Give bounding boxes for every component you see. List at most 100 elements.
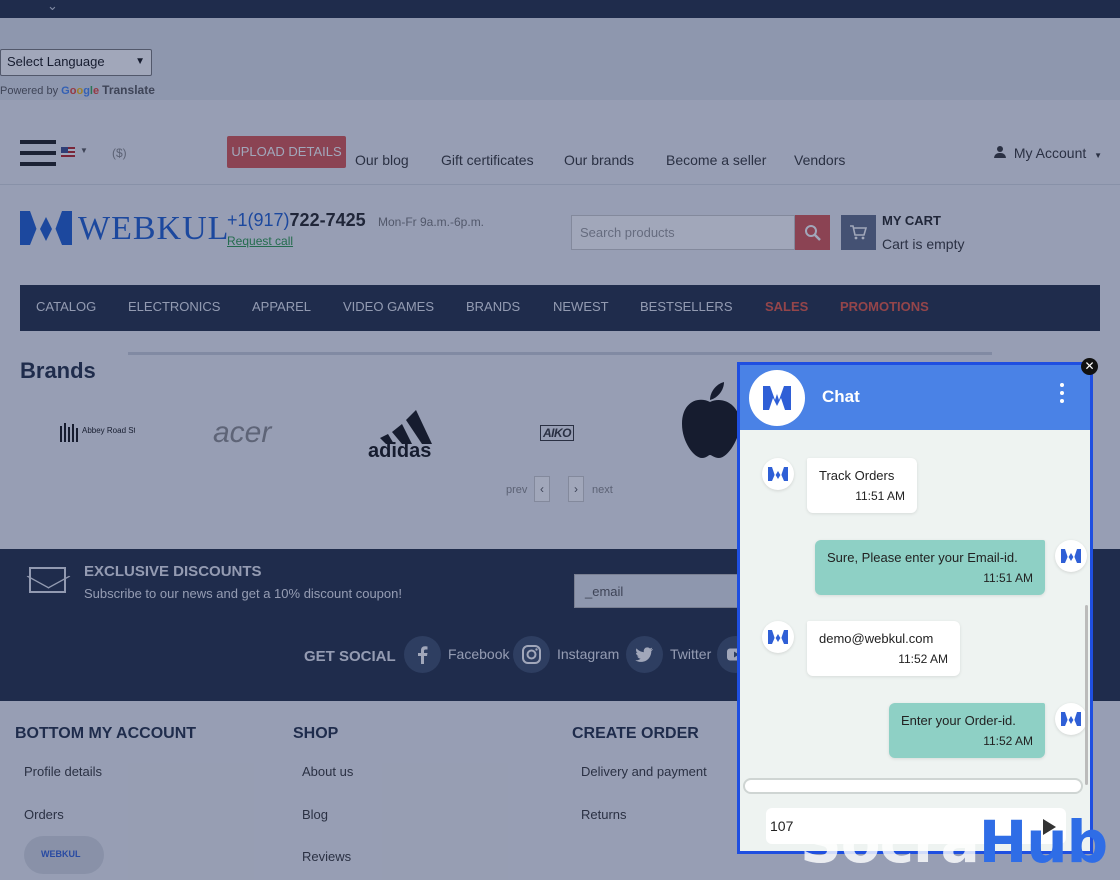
next-button[interactable]: › <box>568 476 584 502</box>
facebook-icon <box>418 646 428 664</box>
category-sales[interactable]: SALES <box>765 299 808 314</box>
language-select[interactable]: Select Language ▼ <box>0 49 152 76</box>
close-icon[interactable]: ✕ <box>1081 358 1098 375</box>
instagram-button[interactable] <box>513 636 550 673</box>
phone-digits: 722-7425 <box>289 210 366 230</box>
nav-link-become-seller[interactable]: Become a seller <box>666 152 766 168</box>
category-nav: CATALOG ELECTRONICS APPAREL VIDEO GAMES … <box>20 285 1100 331</box>
chevron-right-icon: › <box>574 482 578 496</box>
footer-link-blog[interactable]: Blog <box>302 807 328 822</box>
currency-selector[interactable]: ($) <box>112 146 127 160</box>
chat-message-time: 11:51 AM <box>983 571 1033 585</box>
category-newest[interactable]: NEWEST <box>553 299 609 314</box>
chat-message-time: 11:52 AM <box>983 734 1033 748</box>
my-account-menu[interactable]: My Account ▼ <box>994 145 1102 161</box>
get-social-title: GET SOCIAL <box>304 648 396 665</box>
footer-link-profile[interactable]: Profile details <box>24 764 102 779</box>
category-brands[interactable]: BRANDS <box>466 299 520 314</box>
category-bestsellers[interactable]: BESTSELLERS <box>640 299 733 314</box>
footer-link-about[interactable]: About us <box>302 764 353 779</box>
top-strip: ⌄ <box>0 0 1120 18</box>
prev-button[interactable]: ‹ <box>534 476 550 502</box>
twitter-label[interactable]: Twitter <box>670 646 711 662</box>
brand-apple[interactable] <box>680 382 740 458</box>
category-catalog[interactable]: CATALOG <box>36 299 96 314</box>
brands-divider <box>128 352 992 355</box>
brand-acer[interactable]: acer <box>213 408 271 458</box>
apple-logo <box>682 382 740 458</box>
adidas-logo: adidas <box>368 410 432 458</box>
brands-title: Brands <box>20 358 96 383</box>
nav-link-vendors[interactable]: Vendors <box>794 152 845 168</box>
nav-link-gift-certificates[interactable]: Gift certificates <box>441 152 534 168</box>
facebook-label[interactable]: Facebook <box>448 646 509 662</box>
footer-link-reviews[interactable]: Reviews <box>302 849 351 864</box>
category-promotions[interactable]: PROMOTIONS <box>840 299 929 314</box>
instagram-icon <box>522 645 541 664</box>
footer-order-title: CREATE ORDER <box>572 725 699 742</box>
search-input[interactable]: Search products <box>571 215 795 250</box>
footer-account-title: BOTTOM MY ACCOUNT <box>15 725 197 742</box>
nav-link-our-brands[interactable]: Our brands <box>564 152 634 168</box>
chat-message-text: Track Orders <box>819 468 895 483</box>
instagram-label[interactable]: Instagram <box>557 646 619 662</box>
acer-logo: acer <box>213 416 272 449</box>
chat-message-text: Sure, Please enter your Email-id. <box>827 550 1018 565</box>
powered-by-text: Powered by <box>0 85 59 97</box>
webkul-logo-icon <box>1061 549 1081 563</box>
facebook-button[interactable] <box>404 636 441 673</box>
email-field[interactable]: _email <box>574 574 744 608</box>
category-apparel[interactable]: APPAREL <box>252 299 311 314</box>
chevron-down-icon: ▼ <box>1094 151 1103 160</box>
webkul-logo-text[interactable]: WEBKUL <box>78 210 229 248</box>
header: ▼ ($) UPLOAD DETAILS Our blog Gift certi… <box>0 100 1120 185</box>
chevron-down-icon[interactable]: ⌄ <box>47 0 58 14</box>
chat-message-time: 11:52 AM <box>898 652 948 666</box>
user-icon <box>994 146 1006 158</box>
cart-button[interactable] <box>841 215 876 250</box>
search-button[interactable] <box>795 215 830 250</box>
upload-details-button[interactable]: UPLOAD DETAILS <box>227 136 346 168</box>
chat-window: Chat Track Orders 11:51 AM Sure, Please … <box>737 362 1093 854</box>
language-select-label: Select Language <box>7 54 105 69</box>
chat-launcher-button[interactable]: WEBKUL <box>24 836 104 874</box>
user-avatar <box>1055 703 1087 735</box>
pager-prev-label: prev <box>506 484 528 496</box>
brand-abbey-road[interactable]: Abbey Road Studios <box>60 408 135 458</box>
footer-link-orders[interactable]: Orders <box>24 807 64 822</box>
twitter-icon <box>635 647 653 662</box>
webkul-logo-icon <box>763 386 791 410</box>
phone-prefix: +1(917) <box>227 210 290 230</box>
brand-adidas[interactable]: adidas <box>368 408 444 458</box>
abbey-road-logo-text: Abbey Road Studios <box>82 426 135 435</box>
chat-quick-replies[interactable] <box>743 778 1083 794</box>
category-video-games[interactable]: VIDEO GAMES <box>343 299 434 314</box>
bot-avatar <box>762 621 794 653</box>
search-icon <box>805 225 821 241</box>
menu-icon[interactable] <box>20 140 56 170</box>
nav-link-our-blog[interactable]: Our blog <box>355 152 409 168</box>
request-call-link[interactable]: Request call <box>227 234 293 248</box>
watermark-part-2: Hub <box>978 808 1108 876</box>
cart-title[interactable]: MY CART <box>882 213 941 228</box>
chat-scrollbar[interactable] <box>1085 605 1088 785</box>
translate-bar: Select Language ▼ Powered by Google Tran… <box>0 18 1120 100</box>
cart-icon <box>850 225 867 240</box>
brand-aiko[interactable]: AIKO <box>540 408 574 458</box>
aiko-logo: AIKO <box>540 425 574 441</box>
footer-link-returns[interactable]: Returns <box>581 807 627 822</box>
us-flag-icon[interactable] <box>61 147 75 157</box>
translate-text[interactable]: Translate <box>102 83 155 97</box>
chat-message-text: demo@webkul.com <box>819 631 934 646</box>
chevron-down-icon[interactable]: ▼ <box>80 146 88 155</box>
chat-message: Enter your Order-id. 11:52 AM <box>889 703 1045 758</box>
more-vertical-icon[interactable] <box>1060 383 1066 407</box>
category-electronics[interactable]: ELECTRONICS <box>128 299 220 314</box>
twitter-button[interactable] <box>626 636 663 673</box>
subscribe-text: Subscribe to our news and get a 10% disc… <box>84 586 402 601</box>
footer-link-delivery[interactable]: Delivery and payment <box>581 764 707 779</box>
webkul-logo-icon <box>768 630 788 644</box>
chat-launcher-logo: WEBKUL <box>41 849 81 859</box>
subscribe-title: EXCLUSIVE DISCOUNTS <box>84 563 262 580</box>
webkul-logo-icon[interactable] <box>20 211 72 245</box>
